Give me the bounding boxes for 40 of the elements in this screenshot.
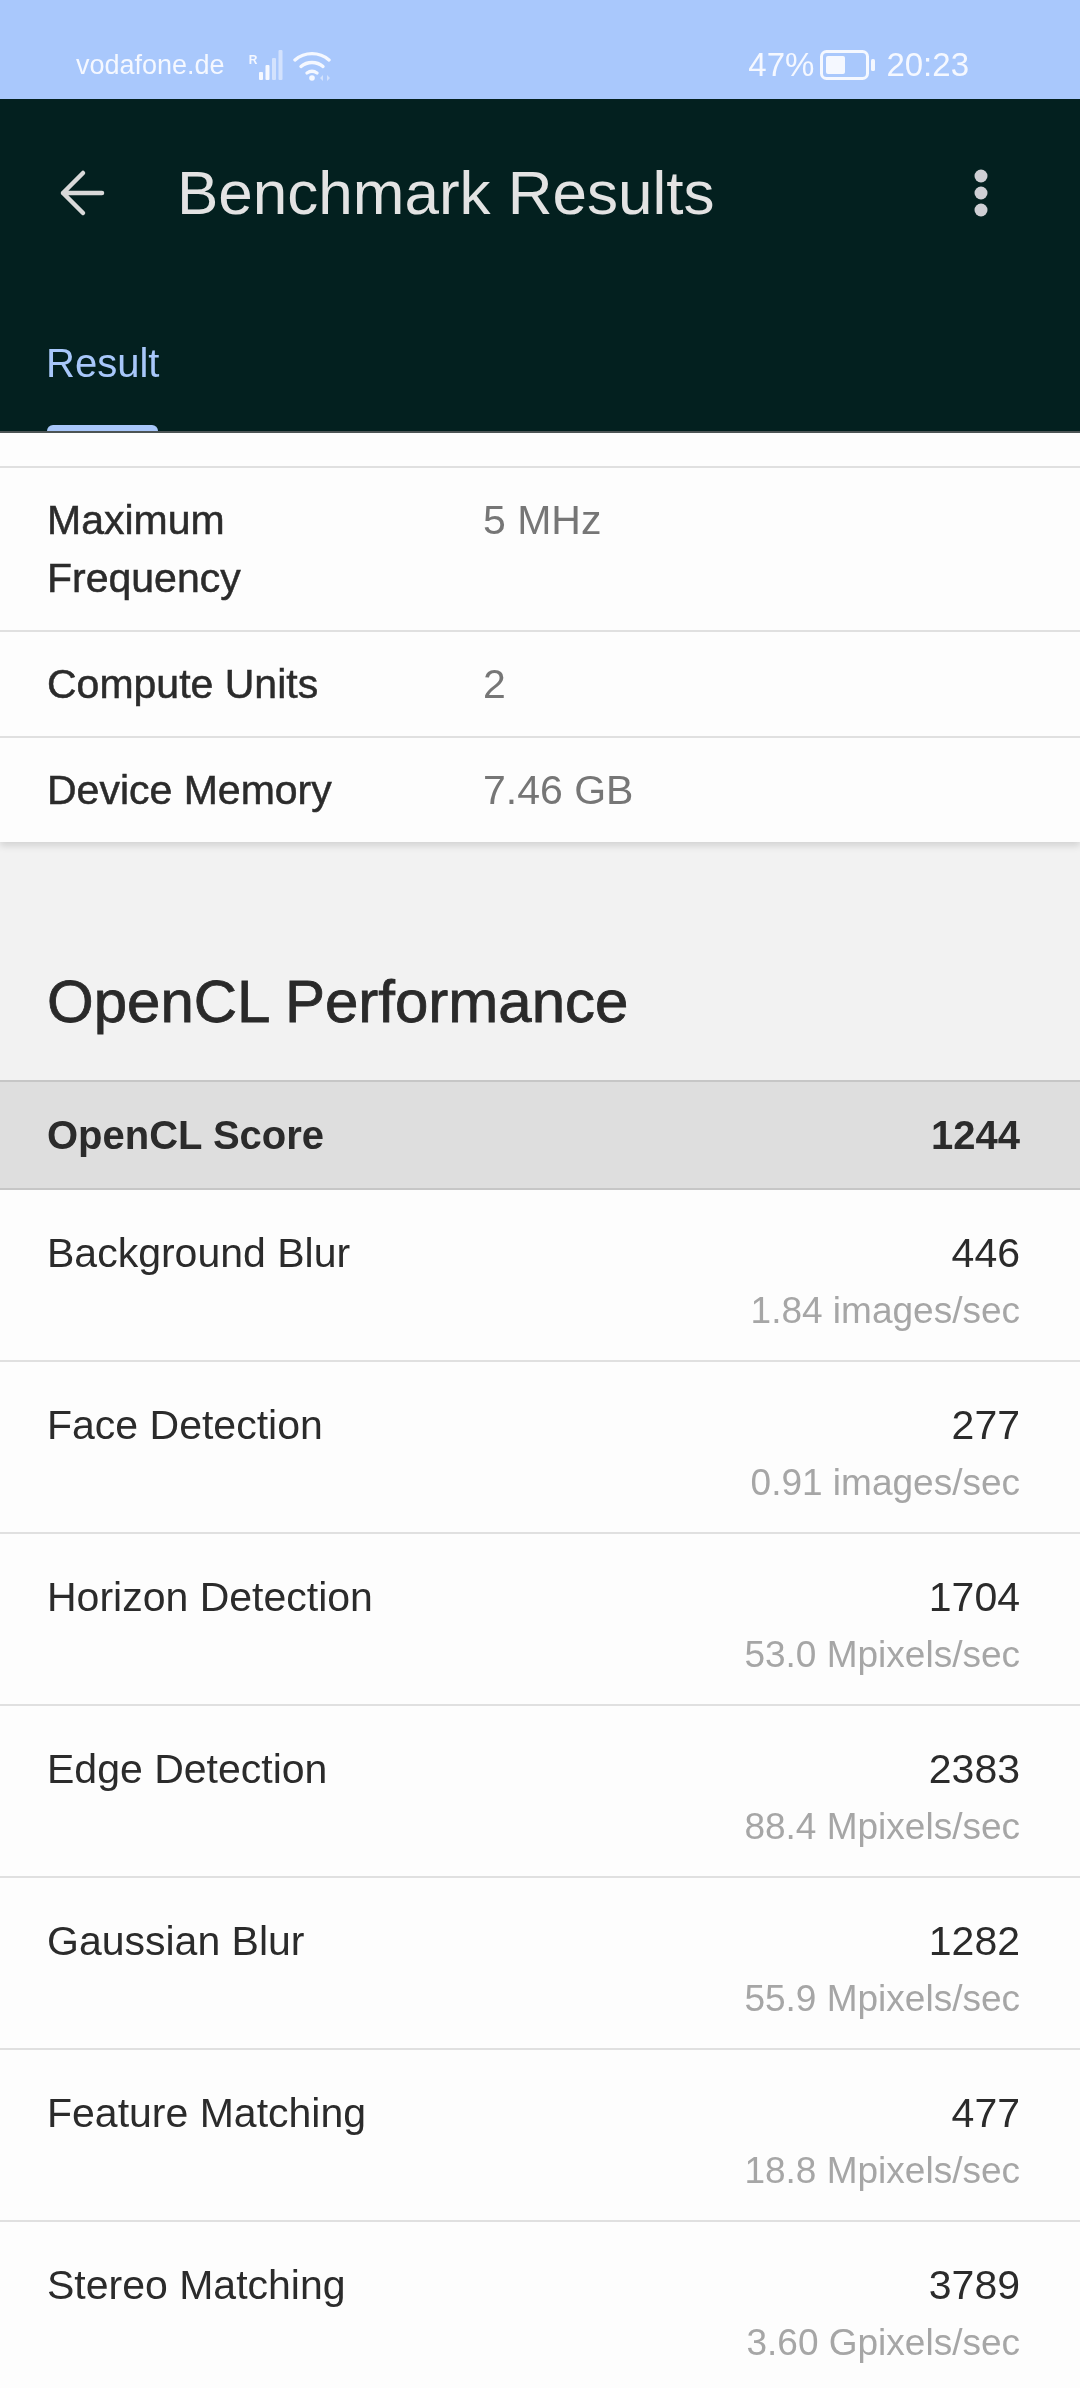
signal-icon bbox=[259, 49, 284, 80]
test-score: 446 bbox=[951, 1229, 1020, 1278]
roaming-indicator: R bbox=[248, 53, 258, 66]
info-value: 5 MHz bbox=[483, 496, 602, 545]
test-name: Edge Detection bbox=[47, 1745, 328, 1794]
test-score: 277 bbox=[951, 1401, 1020, 1450]
test-score: 477 bbox=[951, 2089, 1020, 2138]
test-rate: 18.8 Mpixels/sec bbox=[744, 2149, 1020, 2193]
battery-percentage: 47% bbox=[748, 44, 815, 85]
info-label: Compute Units bbox=[47, 660, 320, 709]
test-score: 1282 bbox=[928, 1917, 1020, 1966]
tab[interactable]: Result bbox=[46, 338, 160, 431]
test-rate: 1.84 images/sec bbox=[750, 1289, 1020, 1333]
info-value: 7.46 GB bbox=[483, 766, 634, 815]
test-name: Face Detection bbox=[47, 1401, 323, 1450]
back-arrow-icon[interactable] bbox=[59, 169, 105, 217]
test-score: 2383 bbox=[928, 1745, 1020, 1794]
more-options-icon[interactable] bbox=[974, 169, 988, 217]
test-score: 1704 bbox=[928, 1573, 1020, 1622]
test-rate: 0.91 images/sec bbox=[750, 1461, 1020, 1505]
clock-time: 20:23 bbox=[886, 44, 969, 85]
test-name: Horizon Detection bbox=[47, 1573, 373, 1622]
test-rate: 88.4 Mpixels/sec bbox=[744, 1805, 1020, 1849]
test-rate: 3.60 Gpixels/sec bbox=[746, 2321, 1020, 2365]
battery-icon bbox=[820, 49, 877, 80]
carrier-name: vodafone.de bbox=[76, 48, 225, 82]
test-name: Gaussian Blur bbox=[47, 1917, 305, 1966]
screen-title: Benchmark Results bbox=[177, 157, 716, 229]
test-rate: 53.0 Mpixels/sec bbox=[744, 1633, 1020, 1677]
info-label: Device Memory bbox=[47, 766, 333, 815]
test-rate: 55.9 Mpixels/sec bbox=[744, 1977, 1020, 2021]
test-score: 3789 bbox=[928, 2261, 1020, 2310]
test-name: Stereo Matching bbox=[47, 2261, 346, 2310]
info-label: Maximum Frequency bbox=[47, 496, 242, 603]
test-name: Background Blur bbox=[47, 1229, 351, 1278]
test-name: Feature Matching bbox=[47, 2089, 367, 2138]
score-label: OpenCL Score bbox=[47, 1112, 325, 1159]
section-heading: OpenCL Performance bbox=[47, 967, 630, 1037]
info-value: 2 bbox=[483, 660, 506, 709]
score-value: 1244 bbox=[931, 1112, 1020, 1159]
